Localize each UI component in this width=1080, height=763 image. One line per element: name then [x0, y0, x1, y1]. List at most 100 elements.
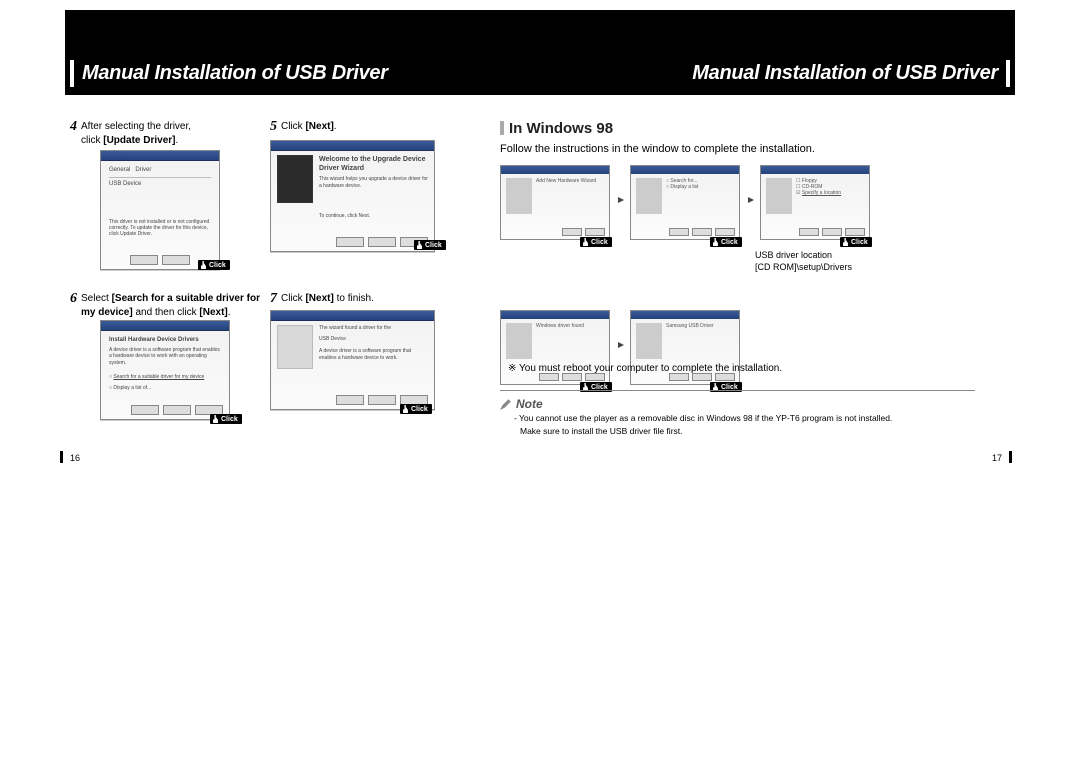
next-button[interactable] [368, 395, 396, 405]
page-edge-left [60, 451, 63, 463]
wizard-screenshot-2: ○ Search for...○ Display a list [630, 165, 740, 240]
note-label: Note [500, 397, 975, 411]
cancel-button[interactable] [162, 255, 190, 265]
usb-location-label: USB driver location [755, 250, 955, 262]
step-number: 7 [270, 292, 277, 306]
step-post: . [175, 135, 178, 146]
dialog-buttons [562, 228, 605, 236]
dialog-titlebar [271, 311, 434, 321]
page-edge-right [1009, 451, 1012, 463]
dialog-buttons [669, 373, 735, 381]
section-title-windows98: In Windows 98 [500, 120, 980, 137]
dialog-body: ☐ Floppy☐ CD-ROM☑ Specify a location [761, 174, 869, 218]
click-label: Click [221, 416, 238, 423]
dialog-buttons [669, 228, 735, 236]
click-label: Click [411, 406, 428, 413]
note-line-1: - You cannot use the player as a removab… [514, 413, 975, 424]
right-column: In Windows 98 Follow the instructions in… [500, 120, 980, 400]
cancel-button[interactable] [715, 373, 735, 381]
dialog-body: The wizard found a driver for the USB De… [271, 321, 434, 373]
step-text: Click [Next] to finish. [281, 293, 374, 304]
dialog-titlebar [501, 166, 609, 174]
header-bar: Manual Installation of USB Driver Manual… [65, 10, 1015, 95]
click-callout: Click [580, 237, 612, 247]
step-post: . [334, 121, 337, 132]
note-box: Note - You cannot use the player as a re… [500, 390, 975, 438]
step-bold: [Next] [305, 293, 333, 304]
step-bold: [Update Driver] [103, 135, 175, 146]
screenshot-step-6: Install Hardware Device Drivers A device… [100, 320, 230, 420]
step-bold: [Next] [305, 121, 333, 132]
dialog-body: ○ Search for...○ Display a list [631, 174, 739, 218]
screenshot-step-5: Welcome to the Upgrade Device Driver Wiz… [270, 140, 435, 252]
step-text: After selecting the driver, click [Updat… [81, 121, 191, 146]
step-text: Click [Next]. [281, 121, 337, 132]
step-bold2: [Next] [199, 307, 227, 318]
hand-icon [842, 238, 849, 246]
dialog-buttons [799, 228, 865, 236]
back-button[interactable] [669, 373, 689, 381]
dialog-body: Add New Hardware Wizard [501, 174, 609, 218]
section-title-text: In Windows 98 [509, 120, 613, 137]
step-post2: . [228, 307, 231, 318]
back-button[interactable] [336, 395, 364, 405]
ok-button[interactable] [130, 255, 158, 265]
screenshots-row-1: Add New Hardware Wizard Click ○ Search f… [500, 165, 980, 255]
arrow-right-icon [747, 195, 757, 205]
finish-button[interactable] [692, 373, 712, 381]
dialog-body: Install Hardware Device Drivers A device… [101, 331, 229, 397]
back-button[interactable] [336, 237, 364, 247]
arrow-right-icon [617, 195, 627, 205]
pencil-icon [500, 398, 512, 410]
step-pre: Click [281, 293, 305, 304]
click-label: Click [721, 239, 738, 246]
dialog-body: General Driver USB Device This driver is… [101, 161, 219, 243]
step-post: and then click [133, 307, 200, 318]
cancel-button[interactable] [845, 228, 865, 236]
wizard-body: This wizard helps you upgrade a device d… [319, 176, 428, 189]
footnote-bullet: ※ [508, 363, 516, 374]
next-button[interactable] [163, 405, 191, 415]
back-button[interactable] [131, 405, 159, 415]
usb-location-note: USB driver location [CD ROM]\setup\Drive… [755, 250, 955, 273]
dialog-buttons [539, 373, 605, 381]
wizard-footer-text: To continue, click Next. [319, 213, 428, 220]
reboot-note: ※ You must reboot your computer to compl… [508, 363, 782, 374]
dialog-body: Windows driver found [501, 319, 609, 363]
back-button[interactable] [669, 228, 689, 236]
dialog-titlebar [501, 311, 609, 319]
next-button[interactable] [692, 228, 712, 236]
page-content: 4 After selecting the driver, click [Upd… [70, 120, 1010, 753]
cancel-button[interactable] [715, 228, 735, 236]
screenshot-step-4: General Driver USB Device This driver is… [100, 150, 220, 270]
cancel-button[interactable] [585, 373, 605, 381]
dialog-body: Welcome to the Upgrade Device Driver Wiz… [271, 151, 434, 224]
next-button[interactable] [822, 228, 842, 236]
dialog-titlebar [761, 166, 869, 174]
dialog-titlebar [631, 311, 739, 319]
step-7: 7 Click [Next] to finish. [270, 292, 450, 306]
back-button[interactable] [799, 228, 819, 236]
next-button[interactable] [562, 228, 582, 236]
footnote-text: You must reboot your computer to complet… [519, 363, 782, 374]
hand-icon [402, 405, 409, 413]
step-5: 5 Click [Next]. [270, 120, 450, 134]
back-button[interactable] [539, 373, 559, 381]
usb-location-path: [CD ROM]\setup\Drivers [755, 262, 955, 274]
click-label: Click [591, 239, 608, 246]
click-callout: Click [840, 237, 872, 247]
hand-icon [712, 238, 719, 246]
next-button[interactable] [368, 237, 396, 247]
dialog-titlebar [271, 141, 434, 151]
click-label: Click [425, 242, 442, 249]
step-pre: Select [81, 293, 112, 304]
hand-icon [582, 238, 589, 246]
wizard-title: Welcome to the Upgrade Device Driver Wiz… [319, 155, 428, 173]
section-bar-icon [500, 121, 504, 135]
next-button[interactable] [562, 373, 582, 381]
click-callout: Click [414, 240, 446, 250]
hand-icon [200, 261, 207, 269]
cancel-button[interactable] [585, 228, 605, 236]
note-label-text: Note [516, 397, 543, 411]
intro-text: Follow the instructions in the window to… [500, 143, 980, 155]
